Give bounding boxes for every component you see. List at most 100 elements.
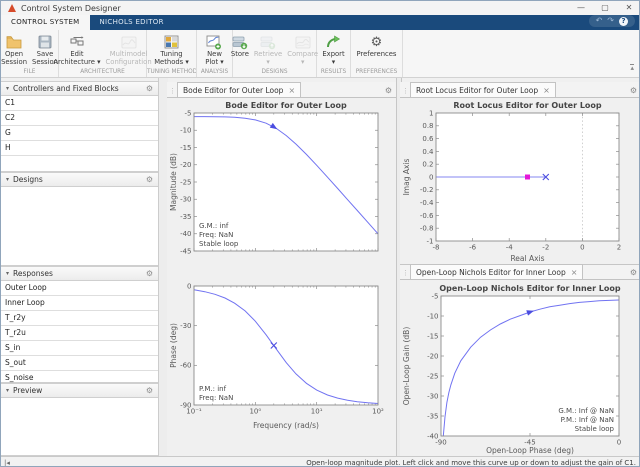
gear-icon[interactable]: ⚙ [146, 269, 153, 278]
preview-area [1, 398, 158, 456]
undo-icon[interactable]: ↶ [596, 15, 603, 27]
svg-text:-0.4: -0.4 [420, 199, 434, 207]
drag-handle-icon[interactable]: ⋮ [402, 269, 409, 277]
store-icon [232, 33, 248, 51]
bode-phase-plot[interactable]: 10⁻¹10⁰10¹10²-90-60-300Frequency (rad/s)… [167, 261, 396, 435]
export-button[interactable]: Export▾ [320, 32, 346, 66]
svg-text:Frequency (rad/s): Frequency (rad/s) [253, 421, 319, 430]
tab-root-locus-editor[interactable]: Root Locus Editor for Outer Loop × [410, 82, 556, 97]
svg-text:Bode Editor for Outer Loop: Bode Editor for Outer Loop [225, 101, 347, 110]
retrieve-button[interactable]: Retrieve▾ [252, 32, 284, 66]
group-architecture: EditArchitecture ▾ MultimodelConfigurati… [59, 30, 147, 77]
section-header-responses[interactable]: ▾ Responses ⚙ [1, 266, 158, 281]
drag-handle-icon[interactable]: ⋮ [402, 87, 409, 95]
list-item-outer-loop[interactable]: Outer Loop [1, 281, 158, 296]
compare-button[interactable]: Compare▾ [285, 32, 320, 66]
gear-icon[interactable]: ⚙ [146, 175, 153, 184]
close-tab-icon[interactable]: × [543, 86, 550, 95]
drag-handle-icon[interactable]: ⋮ [169, 87, 176, 95]
control-system-designer-window: Control System Designer — ▢ ✕ CONTROL SY… [0, 0, 640, 467]
root-locus-plot[interactable]: -8-6-4-202-1-0.8-0.6-0.4-0.200.20.40.60.… [400, 98, 640, 268]
multimodel-configuration-icon [121, 33, 137, 51]
svg-text:0.8: 0.8 [422, 122, 433, 130]
svg-text:Root Locus Editor for Outer Lo: Root Locus Editor for Outer Loop [453, 101, 602, 110]
preferences-button[interactable]: ⚙ Preferences [355, 32, 399, 59]
gear-icon[interactable]: ⚙ [146, 386, 153, 395]
root-locus-tab-strip: ⋮ Root Locus Editor for Outer Loop × ⚙ [400, 82, 640, 98]
group-label-architecture: ARCHITECTURE [59, 68, 146, 77]
list-item-t-r2y[interactable]: T_r2y [1, 311, 158, 326]
tab-bode-editor[interactable]: Bode Editor for Outer Loop × [177, 82, 301, 97]
group-tuning-methods: TuningMethods ▾ TUNING METHODS [147, 30, 197, 77]
designs-list [1, 187, 158, 266]
chevron-down-icon: ▾ [6, 176, 9, 183]
svg-text:-35: -35 [427, 412, 438, 420]
collapse-ribbon-icon[interactable]: ▴ [630, 64, 634, 71]
tab-control-system[interactable]: CONTROL SYSTEM [1, 15, 90, 30]
tuning-methods-button[interactable]: TuningMethods ▾ [152, 32, 191, 66]
list-item-s-in[interactable]: S_in [1, 341, 158, 356]
svg-text:-40: -40 [427, 432, 438, 440]
svg-text:-1: -1 [427, 237, 434, 245]
svg-text:0.2: 0.2 [422, 161, 433, 169]
list-item-c1[interactable]: C1 [1, 96, 158, 111]
close-tab-icon[interactable]: × [571, 268, 578, 277]
chevron-down-icon: ▾ [6, 270, 9, 277]
svg-text:Stable loop: Stable loop [575, 425, 615, 433]
store-button[interactable]: Store [229, 32, 251, 59]
group-label-preferences: PREFERENCES [351, 68, 402, 77]
bode-magnitude-plot[interactable]: -45-40-35-30-25-20-15-10-5Bode Editor fo… [167, 98, 396, 265]
redo-icon[interactable]: ↷ [607, 15, 614, 27]
open-folder-icon [6, 33, 22, 51]
svg-text:Stable loop: Stable loop [199, 240, 239, 248]
close-tab-icon[interactable]: × [288, 86, 295, 95]
tab-nichols-editor[interactable]: NICHOLS EDITOR [90, 15, 174, 30]
svg-text:-30: -30 [180, 322, 191, 330]
scroll-left-icon[interactable]: |◂ [4, 459, 10, 467]
new-plot-button[interactable]: NewPlot ▾ [203, 32, 225, 66]
help-icon[interactable]: ? [619, 17, 628, 26]
matlab-logo-icon [8, 4, 16, 12]
svg-text:Freq: NaN: Freq: NaN [199, 394, 233, 402]
nichols-plot[interactable]: -90-450-40-35-30-25-20-15-10-5Open-Loop … [400, 280, 640, 460]
controllers-list: C1 C2 G H [1, 96, 158, 172]
tab-nichols-editor-panel[interactable]: Open-Loop Nichols Editor for Inner Loop … [410, 264, 583, 279]
list-item-c2[interactable]: C2 [1, 111, 158, 126]
responses-list: Outer Loop Inner Loop T_r2y T_r2u S_in S… [1, 281, 158, 383]
svg-text:1: 1 [429, 109, 433, 117]
svg-text:Open-Loop Phase (deg): Open-Loop Phase (deg) [486, 446, 574, 455]
svg-text:0.6: 0.6 [422, 135, 434, 143]
svg-text:-30: -30 [427, 392, 438, 400]
nichols-tab-strip: ⋮ Open-Loop Nichols Editor for Inner Loo… [400, 264, 640, 280]
svg-text:-2: -2 [542, 244, 549, 252]
maximize-button[interactable]: ▢ [593, 1, 617, 15]
open-session-button[interactable]: OpenSession [0, 32, 29, 66]
group-results: Export▾ RESULTS [317, 30, 351, 77]
minimize-button[interactable]: — [569, 1, 593, 15]
section-header-preview[interactable]: ▾ Preview ⚙ [1, 383, 158, 398]
list-item-g[interactable]: G [1, 126, 158, 141]
list-item-t-r2u[interactable]: T_r2u [1, 326, 158, 341]
gear-icon[interactable]: ⚙ [146, 84, 153, 93]
svg-text:-40: -40 [180, 230, 191, 238]
svg-text:10²: 10² [372, 408, 384, 416]
section-header-controllers[interactable]: ▾ Controllers and Fixed Blocks ⚙ [1, 81, 158, 96]
svg-text:-30: -30 [180, 196, 191, 204]
panel-gear-icon[interactable]: ⚙ [630, 268, 637, 277]
panel-gear-icon[interactable]: ⚙ [630, 86, 637, 95]
svg-text:Open-Loop Gain (dB): Open-Loop Gain (dB) [402, 327, 411, 406]
svg-text:-10: -10 [180, 127, 191, 135]
svg-text:0: 0 [187, 282, 191, 290]
svg-text:-8: -8 [433, 244, 440, 252]
section-header-designs[interactable]: ▾ Designs ⚙ [1, 172, 158, 187]
tuning-methods-icon [164, 33, 179, 51]
list-item-s-out[interactable]: S_out [1, 356, 158, 371]
svg-text:Freq: NaN: Freq: NaN [199, 231, 233, 239]
panel-gear-icon[interactable]: ⚙ [385, 86, 392, 95]
list-item-h[interactable]: H [1, 141, 158, 156]
edit-architecture-button[interactable]: EditArchitecture ▾ [51, 32, 102, 66]
list-item-inner-loop[interactable]: Inner Loop [1, 296, 158, 311]
quick-access-bar: ↶ ↷ ? [589, 15, 635, 27]
svg-text:0: 0 [580, 244, 584, 252]
close-button[interactable]: ✕ [617, 1, 640, 15]
